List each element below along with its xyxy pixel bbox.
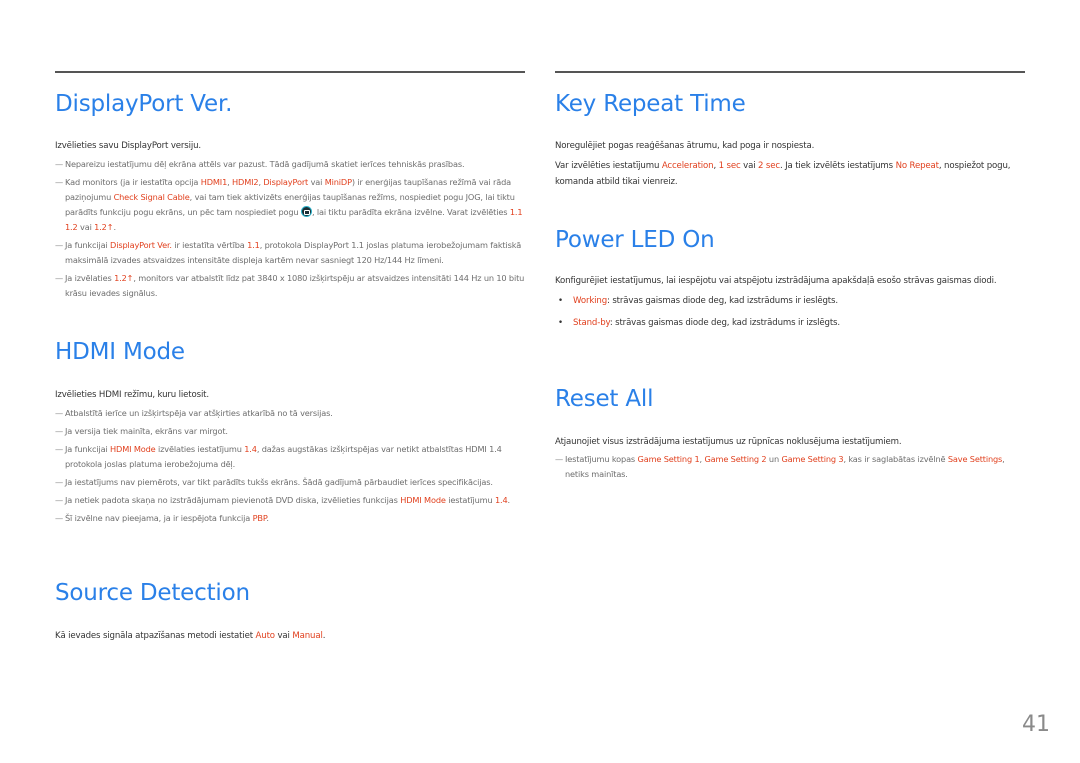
section-displayport-ver: DisplayPort Ver. Izvēlieties savu Displa…: [55, 89, 525, 304]
option-hdmi1: HDMI1: [200, 177, 228, 187]
option-working: Working: [573, 296, 608, 306]
right-column: Key Repeat Time Noregulējiet pogas reaģē…: [555, 71, 1025, 479]
section-title: DisplayPort Ver.: [55, 91, 233, 117]
note: — Ja izvēlaties 1.2↑, monitors var atbal…: [55, 273, 525, 298]
page-number: 41: [1022, 712, 1050, 737]
option-1-4: 1.4: [494, 495, 508, 505]
option-game-setting-3: Game Setting 3: [781, 454, 844, 464]
section-power-led-on: Power LED On Konfigurējiet iestatījumus,…: [555, 225, 1025, 337]
option-1-2-plus: 1.2↑: [114, 273, 134, 283]
option-1-4: 1.4: [244, 444, 257, 454]
section-key-repeat-time: Key Repeat Time Noregulējiet pogas reaģē…: [555, 89, 1025, 190]
section-lead: Konfigurējiet iestatījumus, lai iespējot…: [555, 276, 997, 286]
note-dash-icon: —: [55, 495, 64, 505]
section-lead: Kā ievades signāla atpazīšanas metodi ie…: [55, 631, 326, 641]
note: — Ja funkcijai HDMI Mode izvēlaties iest…: [55, 444, 502, 469]
option-no-repeat: No Repeat: [895, 161, 939, 171]
note-dash-icon: —: [55, 408, 64, 418]
note: — Nepareizu iestatījumu dēļ ekrāna attēl…: [55, 157, 525, 172]
option-1-1: 1.1: [509, 207, 523, 217]
option-stand-by: Stand-by: [573, 318, 610, 328]
note: — Ja versija tiek mainīta, ekrāns var mi…: [55, 424, 525, 439]
note-dash-icon: —: [55, 159, 64, 169]
option-1-2: 1.2: [65, 222, 78, 232]
note-dash-icon: —: [55, 426, 64, 436]
option-minidp: MiniDP: [324, 177, 352, 187]
option-manual: Manual: [292, 631, 323, 641]
section-hdmi-mode: HDMI Mode Izvēlieties HDMI režīmu, kuru …: [55, 337, 525, 529]
note-dash-icon: —: [55, 444, 64, 454]
section-paragraph: Var izvēlēties iestatījumu Acceleration,…: [555, 161, 1011, 187]
section-lead: Izvēlieties HDMI režīmu, kuru lietosit.: [55, 390, 209, 400]
note: — Atbalstītā ierīce un izšķirtspēja var …: [55, 406, 525, 421]
section-reset-all: Reset All Atjaunojiet visus izstrādājuma…: [555, 384, 1025, 485]
note: — Šī izvēlne nav pieejama, ja ir iespējo…: [55, 511, 525, 526]
note-dash-icon: —: [55, 477, 64, 487]
section-title: HDMI Mode: [55, 339, 185, 365]
section-divider: [55, 71, 525, 73]
note: — Ja netiek padota skaņa no izstrādājuma…: [55, 493, 525, 508]
option-1-sec: 1 sec: [718, 161, 741, 171]
note: — Ja iestatījums nav piemērots, var tikt…: [55, 475, 525, 490]
list-item-working: • Working: strāvas gaismas diode deg, ka…: [555, 293, 1025, 309]
note-dash-icon: —: [55, 177, 64, 187]
section-lead: Izvēlieties savu DisplayPort versiju.: [55, 141, 201, 151]
option-2-sec: 2 sec: [758, 161, 780, 171]
bullet-icon: •: [558, 318, 563, 328]
option-save-settings: Save Settings: [947, 454, 1003, 464]
jog-menu-icon: [300, 206, 312, 217]
note-dash-icon: —: [555, 454, 564, 464]
section-divider: [555, 71, 1025, 73]
section-title: Reset All: [555, 386, 654, 412]
note: — Iestatījumu kopas Game Setting 1, Game…: [555, 454, 1005, 479]
section-source-detection: Source Detection Kā ievades signāla atpa…: [55, 578, 525, 644]
option-1-1: 1.1: [247, 240, 260, 250]
option-pbp: PBP: [252, 513, 267, 523]
option-displayport-ver: DisplayPort Ver.: [110, 240, 172, 250]
list-item-stand-by: • Stand-by: strāvas gaismas diode deg, k…: [555, 315, 1025, 331]
note-dash-icon: —: [55, 513, 64, 523]
left-column: DisplayPort Ver. Izvēlieties savu Displa…: [55, 71, 525, 641]
option-hdmi-mode: HDMI Mode: [110, 444, 156, 454]
note: — Kad monitors (ja ir iestatīta opcija H…: [55, 177, 523, 232]
option-game-setting-2: Game Setting 2: [704, 454, 767, 464]
option-hdmi2: HDMI2: [232, 177, 259, 187]
note-dash-icon: —: [55, 240, 64, 250]
message-check-signal-cable: Check Signal Cable: [113, 192, 190, 202]
option-acceleration: Acceleration: [661, 161, 714, 171]
option-auto: Auto: [255, 631, 276, 641]
section-lead: Noregulējiet pogas reaģēšanas ātrumu, ka…: [555, 141, 815, 151]
option-hdmi-mode: HDMI Mode: [400, 495, 446, 505]
option-game-setting-1: Game Setting 1: [637, 454, 700, 464]
section-title: Source Detection: [55, 580, 250, 606]
section-title: Key Repeat Time: [555, 91, 746, 117]
note: — Ja funkcijai DisplayPort Ver. ir iesta…: [55, 240, 522, 265]
option-displayport: DisplayPort: [263, 177, 309, 187]
section-title: Power LED On: [555, 227, 715, 253]
note-dash-icon: —: [55, 273, 64, 283]
section-lead: Atjaunojiet visus izstrādājuma iestatīju…: [555, 437, 902, 447]
option-1-2-plus: 1.2↑: [94, 222, 114, 232]
bullet-icon: •: [558, 296, 563, 306]
